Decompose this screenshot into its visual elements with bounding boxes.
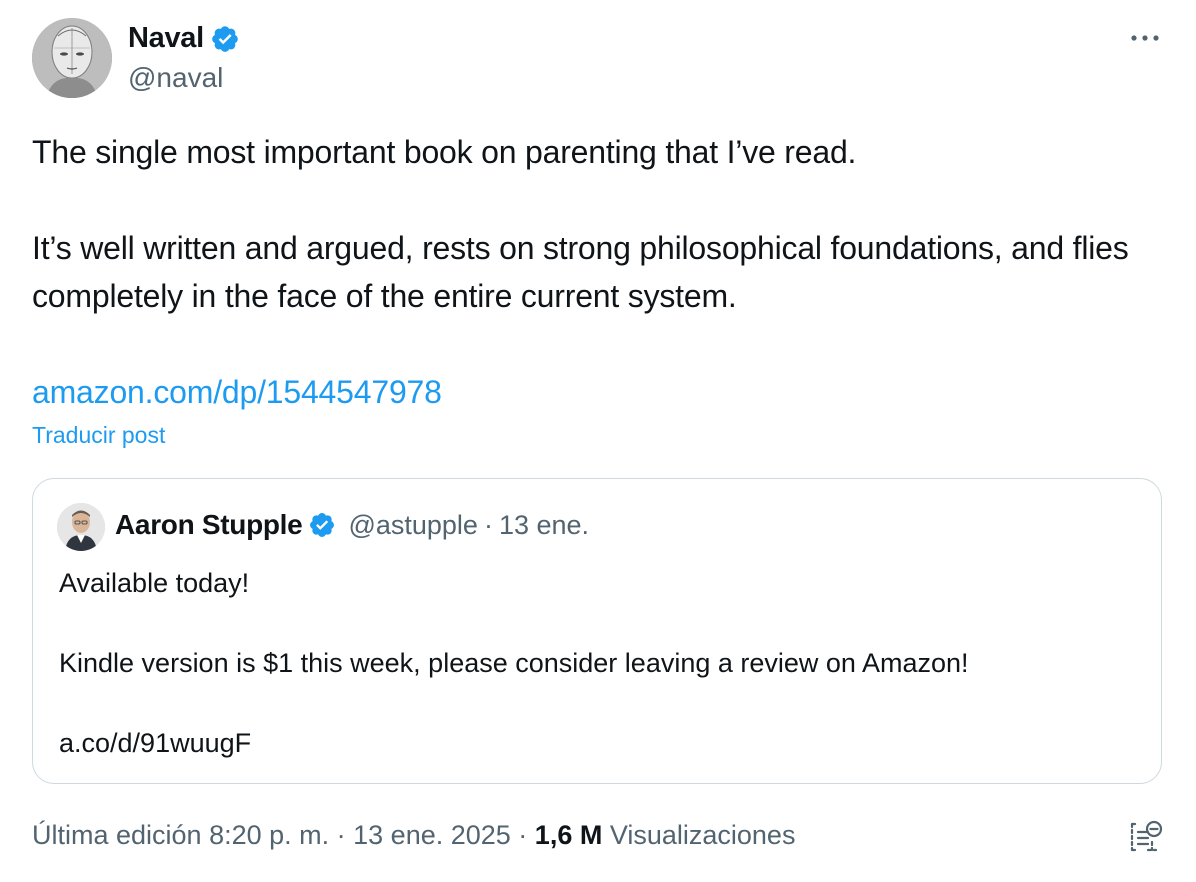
meta-separator: · (329, 820, 354, 850)
tweet-card: Naval @naval The single most important b… (0, 0, 1196, 882)
verified-badge-icon (308, 511, 336, 539)
more-options-button[interactable] (1126, 24, 1164, 52)
tweet-paragraph: It’s well written and argued, rests on s… (32, 230, 1129, 314)
tweet-date[interactable]: 13 ene. 2025 (353, 820, 511, 851)
translate-post-link[interactable]: Traducir post (32, 422, 165, 449)
author-display-name[interactable]: Naval (128, 22, 204, 55)
more-dots-icon (1131, 35, 1159, 41)
author-avatar[interactable] (32, 18, 112, 98)
analytics-icon (1130, 820, 1163, 852)
quote-paragraph: Kindle version is $1 this week, please c… (59, 648, 969, 678)
quote-author-handle[interactable]: @astupple (348, 510, 478, 541)
analytics-button[interactable] (1126, 818, 1166, 858)
quote-separator: · (483, 509, 493, 540)
quoted-tweet[interactable]: Aaron Stupple @astupple · 13 ene. Availa… (32, 478, 1162, 784)
views-label: Visualizaciones (602, 820, 796, 850)
tweet-paragraph: The single most important book on parent… (32, 134, 857, 170)
tweet-link[interactable]: amazon.com/dp/1544547978 (32, 374, 442, 410)
person-avatar-icon (57, 503, 105, 551)
portrait-sketch-icon (32, 18, 112, 98)
quote-date[interactable]: 13 ene. (499, 510, 589, 541)
tweet-text: The single most important book on parent… (32, 128, 1152, 416)
meta-separator: · (510, 820, 535, 850)
author-name-row: Naval (128, 22, 240, 55)
quote-text: Available today! Kindle version is $1 th… (59, 563, 1139, 763)
edited-timestamp[interactable]: Última edición 8:20 p. m. (32, 820, 329, 851)
quote-author-name[interactable]: Aaron Stupple (115, 509, 303, 541)
quote-header: Aaron Stupple @astupple · 13 ene. (115, 509, 589, 541)
views-count: 1,6 M (534, 820, 603, 850)
quote-link: a.co/d/91wuugF (59, 728, 252, 758)
quote-paragraph: Available today! (59, 568, 250, 598)
verified-badge-icon (210, 24, 240, 54)
author-handle[interactable]: @naval (128, 62, 223, 94)
quote-author-avatar[interactable] (57, 503, 105, 551)
tweet-meta: Última edición 8:20 p. m. · 13 ene. 2025… (32, 820, 795, 851)
